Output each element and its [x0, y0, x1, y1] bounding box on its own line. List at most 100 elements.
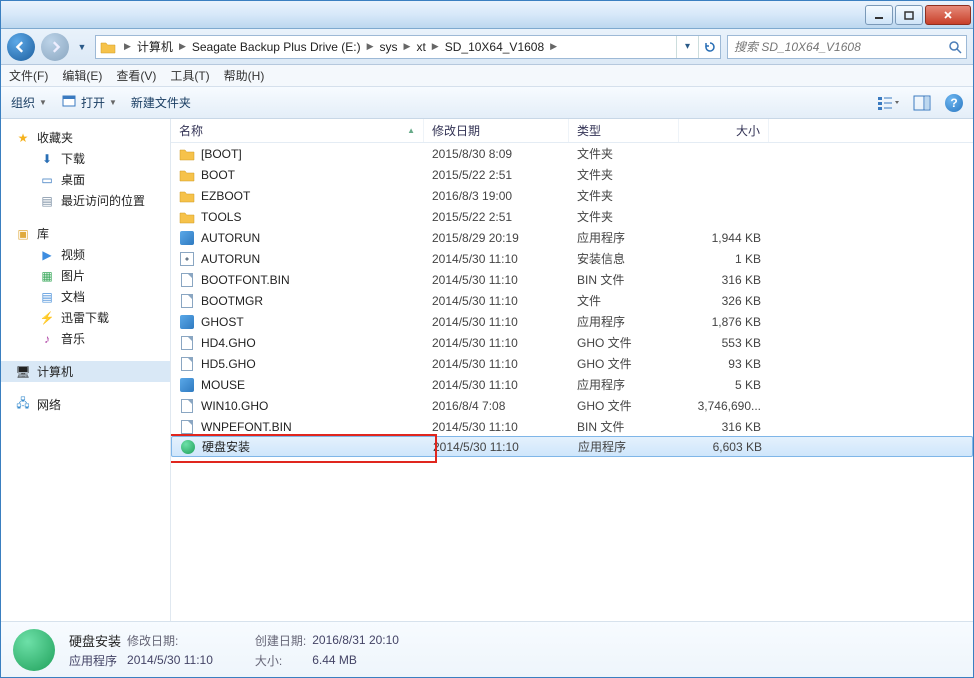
- new-folder-button[interactable]: 新建文件夹: [131, 94, 191, 111]
- details-app-icon: [13, 629, 55, 671]
- sidebar-libraries-header[interactable]: ▣ 库: [1, 223, 170, 244]
- file-name-cell: BOOTFONT.BIN: [171, 272, 424, 288]
- file-row[interactable]: AUTORUN2015/8/29 20:19应用程序1,944 KB: [171, 227, 973, 248]
- file-row[interactable]: WNPEFONT.BIN2014/5/30 11:10BIN 文件316 KB: [171, 416, 973, 437]
- sidebar-network-group: 🖧 网络: [1, 394, 170, 415]
- file-type-cell: BIN 文件: [569, 418, 679, 435]
- sidebar-item-thunder[interactable]: ⚡迅雷下载: [1, 307, 170, 328]
- network-icon: 🖧: [15, 397, 31, 413]
- search-icon[interactable]: [944, 40, 966, 54]
- file-name-cell: [BOOT]: [171, 146, 424, 162]
- file-row[interactable]: TOOLS2015/5/22 2:51文件夹: [171, 206, 973, 227]
- file-list[interactable]: [BOOT]2015/8/30 8:09文件夹BOOT2015/5/22 2:5…: [171, 143, 973, 621]
- sidebar-favorites-group: ★ 收藏夹 ⬇下载 ▭桌面 ▤最近访问的位置: [1, 127, 170, 211]
- file-row[interactable]: 硬盘安装2014/5/30 11:10应用程序6,603 KB: [171, 436, 973, 457]
- search-input[interactable]: [728, 40, 944, 54]
- sidebar-item-documents[interactable]: ▤文档: [1, 286, 170, 307]
- details-mod-label: 修改日期:: [127, 632, 213, 649]
- column-date[interactable]: 修改日期: [424, 119, 569, 142]
- sidebar-network-header[interactable]: 🖧 网络: [1, 394, 170, 415]
- file-name-cell: WNPEFONT.BIN: [171, 419, 424, 435]
- refresh-button[interactable]: [698, 36, 720, 58]
- preview-pane-button[interactable]: [913, 95, 931, 111]
- forward-button[interactable]: [41, 33, 69, 61]
- file-row[interactable]: MOUSE2014/5/30 11:10应用程序5 KB: [171, 374, 973, 395]
- breadcrumb-sys[interactable]: sys: [378, 36, 400, 58]
- file-name-label: GHOST: [201, 315, 244, 329]
- breadcrumb-drive[interactable]: Seagate Backup Plus Drive (E:): [190, 36, 363, 58]
- breadcrumb-sep[interactable]: ▶: [400, 41, 415, 52]
- close-button[interactable]: [925, 5, 971, 25]
- menu-edit[interactable]: 编辑(E): [62, 67, 102, 84]
- details-mod-value: 2014/5/30 11:10: [127, 653, 213, 667]
- file-name-label: MOUSE: [201, 378, 245, 392]
- sidebar-computer-header[interactable]: 🖥 计算机: [1, 361, 170, 382]
- maximize-button[interactable]: [895, 5, 923, 25]
- breadcrumb-sep[interactable]: ▶: [175, 41, 190, 52]
- file-name-cell: BOOT: [171, 167, 424, 183]
- breadcrumb-sep[interactable]: ▶: [363, 41, 378, 52]
- column-size[interactable]: 大小: [679, 119, 769, 142]
- history-dropdown[interactable]: ▼: [75, 42, 89, 52]
- file-type-cell: 应用程序: [569, 229, 679, 246]
- column-name[interactable]: 名称▲: [171, 119, 424, 142]
- nav-row: ▼ ▶ 计算机 ▶ Seagate Backup Plus Drive (E:)…: [1, 29, 973, 65]
- breadcrumb-sep[interactable]: ▶: [546, 41, 561, 52]
- sidebar-item-pictures[interactable]: ▦图片: [1, 265, 170, 286]
- file-name-cell: AUTORUN: [171, 230, 424, 246]
- file-row[interactable]: EZBOOT2016/8/3 19:00文件夹: [171, 185, 973, 206]
- sidebar-item-recent[interactable]: ▤最近访问的位置: [1, 190, 170, 211]
- content-area: ★ 收藏夹 ⬇下载 ▭桌面 ▤最近访问的位置 ▣ 库 ▶视频 ▦图片 ▤文档 ⚡…: [1, 119, 973, 621]
- details-pane: 硬盘安装 修改日期: 创建日期: 2016/8/31 20:10 应用程序 20…: [1, 621, 973, 677]
- view-options-button[interactable]: [877, 95, 899, 111]
- sidebar-item-downloads[interactable]: ⬇下载: [1, 148, 170, 169]
- file-date-cell: 2015/8/30 8:09: [424, 147, 569, 161]
- breadcrumb-current[interactable]: SD_10X64_V1608: [443, 36, 546, 58]
- file-row[interactable]: BOOTFONT.BIN2014/5/30 11:10BIN 文件316 KB: [171, 269, 973, 290]
- file-row[interactable]: GHOST2014/5/30 11:10应用程序1,876 KB: [171, 311, 973, 332]
- details-size-label: 大小:: [255, 652, 306, 669]
- file-row[interactable]: WIN10.GHO2016/8/4 7:08GHO 文件3,746,690...: [171, 395, 973, 416]
- address-dropdown[interactable]: ▾: [676, 36, 698, 58]
- file-row[interactable]: BOOT2015/5/22 2:51文件夹: [171, 164, 973, 185]
- file-type-cell: BIN 文件: [569, 271, 679, 288]
- open-button[interactable]: 打开 ▼: [61, 94, 117, 111]
- file-size-cell: 93 KB: [679, 357, 769, 371]
- menu-tools[interactable]: 工具(T): [170, 67, 209, 84]
- breadcrumb-computer[interactable]: 计算机: [135, 36, 175, 58]
- menu-view[interactable]: 查看(V): [116, 67, 156, 84]
- file-row[interactable]: [BOOT]2015/8/30 8:09文件夹: [171, 143, 973, 164]
- help-button[interactable]: ?: [945, 94, 963, 112]
- sidebar-favorites-header[interactable]: ★ 收藏夹: [1, 127, 170, 148]
- file-date-cell: 2015/8/29 20:19: [424, 231, 569, 245]
- file-icon: [179, 398, 195, 414]
- details-name: 硬盘安装: [69, 631, 121, 650]
- organize-button[interactable]: 组织 ▼: [11, 94, 47, 111]
- file-row[interactable]: HD5.GHO2014/5/30 11:10GHO 文件93 KB: [171, 353, 973, 374]
- address-bar[interactable]: ▶ 计算机 ▶ Seagate Backup Plus Drive (E:) ▶…: [95, 35, 721, 59]
- breadcrumb-xt[interactable]: xt: [414, 36, 427, 58]
- sidebar-item-music[interactable]: ♪音乐: [1, 328, 170, 349]
- back-button[interactable]: [7, 33, 35, 61]
- sidebar-computer-group: 🖥 计算机: [1, 361, 170, 382]
- search-box[interactable]: [727, 35, 967, 59]
- file-name-cell: HD5.GHO: [171, 356, 424, 372]
- file-row[interactable]: AUTORUN2014/5/30 11:10安装信息1 KB: [171, 248, 973, 269]
- music-icon: ♪: [39, 331, 55, 347]
- file-row[interactable]: BOOTMGR2014/5/30 11:10文件326 KB: [171, 290, 973, 311]
- file-date-cell: 2014/5/30 11:10: [424, 273, 569, 287]
- sidebar-network-label: 网络: [37, 396, 61, 413]
- menu-file[interactable]: 文件(F): [9, 67, 48, 84]
- file-row[interactable]: HD4.GHO2014/5/30 11:10GHO 文件553 KB: [171, 332, 973, 353]
- minimize-button[interactable]: [865, 5, 893, 25]
- file-name-cell: AUTORUN: [171, 251, 424, 267]
- column-type[interactable]: 类型: [569, 119, 679, 142]
- sidebar-item-videos[interactable]: ▶视频: [1, 244, 170, 265]
- breadcrumb-root-sep[interactable]: ▶: [120, 41, 135, 52]
- sidebar-item-desktop[interactable]: ▭桌面: [1, 169, 170, 190]
- breadcrumb-sep[interactable]: ▶: [428, 41, 443, 52]
- menu-help[interactable]: 帮助(H): [224, 67, 265, 84]
- file-name-label: AUTORUN: [201, 231, 260, 245]
- file-icon: [179, 251, 195, 267]
- thunder-icon: ⚡: [39, 310, 55, 326]
